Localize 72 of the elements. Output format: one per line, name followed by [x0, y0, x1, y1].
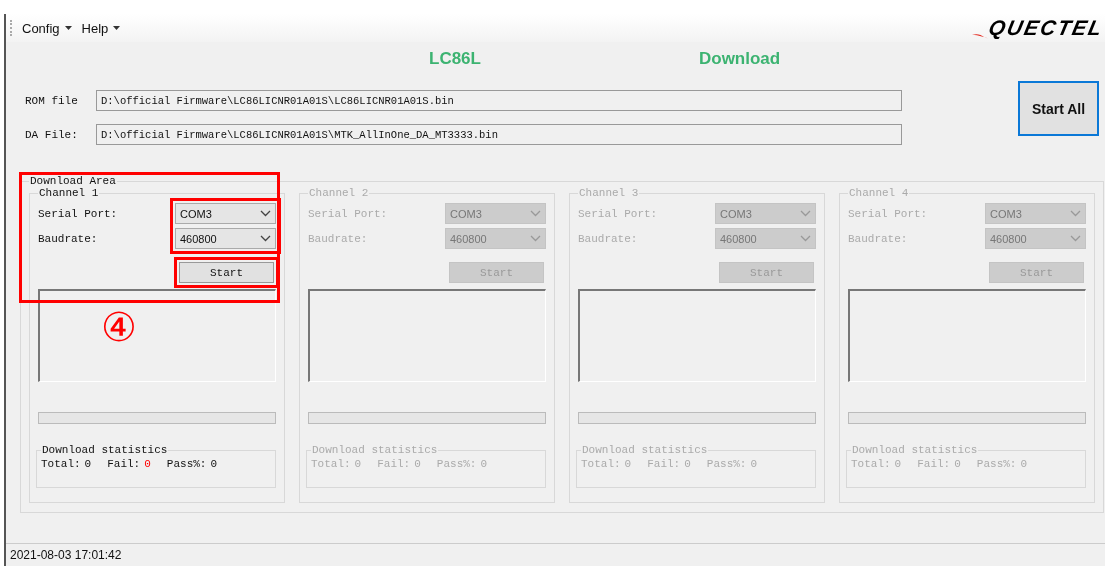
chevron-down-icon	[800, 235, 811, 242]
serial-port-dropdown[interactable]: COM3	[985, 203, 1086, 224]
serial-port-dropdown[interactable]: COM3	[175, 203, 276, 224]
field-label: Baudrate:	[38, 231, 99, 247]
start-all-button[interactable]: Start All	[1018, 81, 1099, 136]
brand-logo: QUECTEL	[986, 16, 1105, 40]
field-label: Baudrate:	[578, 231, 639, 247]
status-time: 2021-08-03 17:01:42	[6, 543, 1105, 566]
chevron-down-icon	[530, 210, 541, 217]
stat-value: 0	[750, 458, 758, 470]
field-label: Baudrate:	[848, 231, 909, 247]
file-label: ROM file	[24, 94, 79, 107]
statistics-title: Download statistics	[581, 444, 709, 456]
step-number-marker: ④	[101, 307, 137, 347]
chevron-down-icon	[1070, 210, 1081, 217]
group-title: Download Area	[29, 175, 117, 187]
channel-title: Channel 4	[848, 187, 910, 199]
file-path-field[interactable]: D:\official Firmware\LC86LICNR01A01S\LC86LICNR01A01S.bin	[96, 90, 902, 111]
stat-value: 0	[144, 458, 151, 470]
stat-value: 0	[954, 458, 961, 470]
toolbar-grip[interactable]	[10, 20, 14, 36]
model-title: LC86L	[429, 49, 481, 69]
baudrate-dropdown[interactable]: 460800	[985, 228, 1086, 249]
field-label: Baudrate:	[308, 231, 369, 247]
stat-value: 0	[1020, 458, 1028, 470]
serial-port-dropdown[interactable]: COM3	[445, 203, 546, 224]
statistics-title: Download statistics	[851, 444, 979, 456]
stat-label: Fail:	[377, 458, 411, 470]
baudrate-dropdown[interactable]: 460800	[175, 228, 276, 249]
stat-label: Fail:	[647, 458, 681, 470]
chevron-down-icon	[260, 235, 271, 242]
stat-value: 0	[684, 458, 691, 470]
field-label: Serial Port:	[308, 206, 388, 222]
stat-label: Total:	[581, 458, 621, 470]
stat-label: Pass%:	[706, 458, 747, 470]
baudrate-dropdown[interactable]: 460800	[715, 228, 816, 249]
stat-label: Pass%:	[166, 458, 207, 470]
caret-icon	[64, 26, 72, 30]
file-label: DA File:	[24, 128, 79, 141]
chevron-down-icon	[1070, 235, 1081, 242]
stat-label: Pass%:	[976, 458, 1017, 470]
stat-value: 0	[84, 458, 92, 470]
chevron-down-icon	[260, 210, 271, 217]
statistics-title: Download statistics	[311, 444, 439, 456]
serial-port-dropdown[interactable]: COM3	[715, 203, 816, 224]
mode-title: Download	[698, 49, 781, 69]
menu-item[interactable]: Help	[81, 20, 121, 36]
baudrate-dropdown[interactable]: 460800	[445, 228, 546, 249]
channel-title: Channel 3	[578, 187, 640, 199]
chevron-down-icon	[800, 210, 811, 217]
stat-value: 0	[624, 458, 632, 470]
menu-item[interactable]: Config	[22, 20, 72, 36]
channel-title: Channel 2	[308, 187, 370, 199]
stat-label: Pass%:	[436, 458, 477, 470]
stat-value: 0	[894, 458, 902, 470]
stat-label: Total:	[311, 458, 351, 470]
channel-title: Channel 1	[38, 187, 100, 199]
stat-value: 0	[210, 458, 218, 470]
stat-value: 0	[480, 458, 488, 470]
field-label: Serial Port:	[38, 206, 118, 222]
stat-value: 0	[354, 458, 362, 470]
stat-label: Total:	[851, 458, 891, 470]
file-path-field[interactable]: D:\official Firmware\LC86LICNR01A01S\MTK_AllInOne_DA_MT3333.bin	[96, 124, 902, 145]
caret-icon	[113, 26, 121, 30]
stat-value: 0	[414, 458, 421, 470]
chevron-down-icon	[530, 235, 541, 242]
field-label: Serial Port:	[578, 206, 658, 222]
field-label: Serial Port:	[848, 206, 928, 222]
stat-label: Fail:	[917, 458, 951, 470]
statistics-title: Download statistics	[41, 444, 169, 456]
stat-label: Total:	[41, 458, 81, 470]
stat-label: Fail:	[107, 458, 141, 470]
